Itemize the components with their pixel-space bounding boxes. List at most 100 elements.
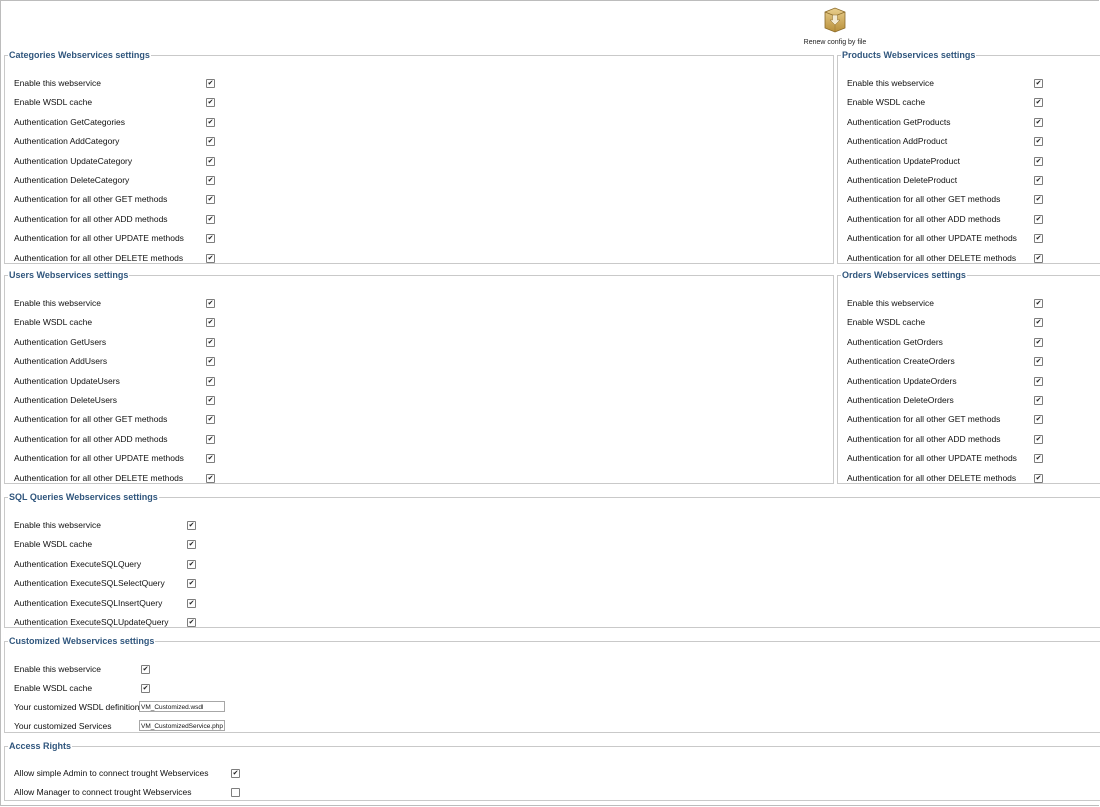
products-setting-checkbox[interactable]: ✔ xyxy=(1034,156,1043,166)
users-setting-checkbox[interactable]: ✔ xyxy=(206,337,215,347)
products-setting-row: Enable this webservice ✔ xyxy=(847,74,1043,93)
sql-setting-row: Authentication ExecuteSQLSelectQuery ✔ xyxy=(14,574,196,593)
products-setting-label: Enable WSDL cache xyxy=(847,97,926,108)
categories-setting-checkbox[interactable]: ✔ xyxy=(206,137,215,147)
categories-setting-row: Authentication GetCategories ✔ xyxy=(14,113,215,132)
categories-setting-checkbox[interactable]: ✔ xyxy=(206,234,215,244)
products-setting-checkbox[interactable]: ✔ xyxy=(1034,176,1043,185)
products-setting-label: Authentication DeleteProduct xyxy=(847,175,958,185)
products-setting-checkbox[interactable]: ✔ xyxy=(1034,195,1043,205)
categories-setting-checkbox[interactable]: ✔ xyxy=(206,79,215,88)
categories-setting-label: Authentication GetCategories xyxy=(14,116,126,127)
products-setting-checkbox[interactable]: ✔ xyxy=(1034,98,1043,108)
categories-setting-label: Enable WSDL cache xyxy=(14,97,93,108)
products-title: Products Webservices settings xyxy=(842,50,976,60)
users-setting-row: Enable this webservice ✔ xyxy=(14,294,215,313)
orders-setting-checkbox[interactable]: ✔ xyxy=(1034,473,1043,483)
users-setting-checkbox[interactable]: ✔ xyxy=(206,299,215,308)
orders-setting-checkbox[interactable]: ✔ xyxy=(1034,299,1043,308)
sql-setting-label: Authentication ExecuteSQLInsertQuery xyxy=(14,597,163,608)
sql-setting-checkbox[interactable]: ✔ xyxy=(187,579,196,589)
customized-setting-label: Enable this webservice xyxy=(14,664,101,674)
customized-services-input[interactable]: VM_CustomizedService.php xyxy=(139,720,225,731)
orders-setting-row: Authentication for all other DELETE meth… xyxy=(847,469,1043,488)
users-panel: Users Webservices settings Enable this w… xyxy=(4,270,834,484)
products-setting-row: Authentication for all other DELETE meth… xyxy=(847,249,1043,268)
users-setting-label: Enable WSDL cache xyxy=(14,317,93,328)
orders-setting-checkbox[interactable]: ✔ xyxy=(1034,376,1043,386)
categories-setting-checkbox[interactable]: ✔ xyxy=(206,176,215,185)
users-setting-label: Authentication UpdateUsers xyxy=(14,375,120,386)
users-setting-checkbox[interactable]: ✔ xyxy=(206,376,215,386)
users-setting-label: Authentication for all other UPDATE meth… xyxy=(14,453,184,464)
products-setting-checkbox[interactable]: ✔ xyxy=(1034,214,1043,224)
products-setting-row: Enable WSDL cache ✔ xyxy=(847,93,1043,112)
customized-setting-checkbox[interactable]: ✔ xyxy=(141,665,150,674)
categories-setting-checkbox[interactable]: ✔ xyxy=(206,98,215,108)
users-setting-checkbox[interactable]: ✔ xyxy=(206,454,215,464)
users-setting-checkbox[interactable]: ✔ xyxy=(206,396,215,405)
orders-setting-label: Authentication for all other GET methods xyxy=(847,414,1001,425)
orders-setting-label: Authentication DeleteOrders xyxy=(847,395,954,405)
orders-setting-checkbox[interactable]: ✔ xyxy=(1034,415,1043,425)
customized-services-row: Your customized Services VM_CustomizedSe… xyxy=(14,717,225,736)
sql-setting-checkbox[interactable]: ✔ xyxy=(187,559,196,569)
categories-setting-row: Authentication for all other DELETE meth… xyxy=(14,249,215,268)
users-title: Users Webservices settings xyxy=(9,270,129,280)
products-setting-checkbox[interactable]: ✔ xyxy=(1034,253,1043,263)
sql-setting-checkbox[interactable]: ✔ xyxy=(187,598,196,608)
orders-setting-checkbox[interactable]: ✔ xyxy=(1034,454,1043,464)
access-rights-title: Access Rights xyxy=(9,741,72,751)
orders-setting-checkbox[interactable]: ✔ xyxy=(1034,357,1043,367)
wsdl-definition-input[interactable]: VM_Customized.wsdl xyxy=(139,701,225,712)
users-setting-row: Authentication for all other DELETE meth… xyxy=(14,469,215,488)
access-setting-checkbox[interactable] xyxy=(231,788,240,798)
orders-setting-row: Authentication GetOrders ✔ xyxy=(847,333,1043,352)
categories-setting-row: Authentication for all other GET methods… xyxy=(14,190,215,209)
wsdl-definition-label: Your customized WSDL definition xyxy=(14,702,140,712)
categories-setting-checkbox[interactable]: ✔ xyxy=(206,214,215,224)
customized-setting-row: Enable this webservice ✔ xyxy=(14,660,150,679)
users-setting-label: Authentication for all other ADD methods xyxy=(14,433,168,444)
orders-setting-checkbox[interactable]: ✔ xyxy=(1034,318,1043,328)
sql-setting-checkbox[interactable]: ✔ xyxy=(187,540,196,550)
products-setting-row: Authentication UpdateProduct ✔ xyxy=(847,152,1043,171)
customized-setting-checkbox[interactable]: ✔ xyxy=(141,684,150,694)
sql-setting-label: Authentication ExecuteSQLUpdateQuery xyxy=(14,617,169,627)
users-setting-checkbox[interactable]: ✔ xyxy=(206,357,215,367)
products-setting-checkbox[interactable]: ✔ xyxy=(1034,137,1043,147)
orders-setting-checkbox[interactable]: ✔ xyxy=(1034,337,1043,347)
users-setting-checkbox[interactable]: ✔ xyxy=(206,473,215,483)
access-setting-checkbox[interactable]: ✔ xyxy=(231,769,240,778)
orders-setting-row: Enable WSDL cache ✔ xyxy=(847,313,1043,332)
orders-setting-label: Enable this webservice xyxy=(847,298,934,308)
categories-setting-checkbox[interactable]: ✔ xyxy=(206,156,215,166)
renew-config-button[interactable]: Renew config by file xyxy=(803,6,867,46)
products-setting-checkbox[interactable]: ✔ xyxy=(1034,117,1043,127)
products-setting-checkbox[interactable]: ✔ xyxy=(1034,234,1043,244)
products-setting-checkbox[interactable]: ✔ xyxy=(1034,79,1043,88)
sql-setting-label: Authentication ExecuteSQLQuery xyxy=(14,558,142,569)
users-setting-row: Authentication UpdateUsers ✔ xyxy=(14,372,215,391)
sql-setting-checkbox[interactable]: ✔ xyxy=(187,618,196,627)
sql-setting-checkbox[interactable]: ✔ xyxy=(187,521,196,530)
orders-setting-checkbox[interactable]: ✔ xyxy=(1034,434,1043,444)
sql-setting-label: Authentication ExecuteSQLSelectQuery xyxy=(14,578,165,589)
categories-setting-label: Authentication for all other GET methods xyxy=(14,194,168,205)
users-setting-row: Authentication for all other UPDATE meth… xyxy=(14,449,215,468)
categories-setting-row: Authentication AddCategory ✔ xyxy=(14,132,215,151)
categories-setting-checkbox[interactable]: ✔ xyxy=(206,195,215,205)
orders-setting-row: Authentication UpdateOrders ✔ xyxy=(847,372,1043,391)
customized-setting-label: Enable WSDL cache xyxy=(14,683,93,694)
categories-setting-checkbox[interactable]: ✔ xyxy=(206,253,215,263)
renew-config-label: Renew config by file xyxy=(803,39,867,46)
users-setting-row: Authentication GetUsers ✔ xyxy=(14,333,215,352)
users-setting-checkbox[interactable]: ✔ xyxy=(206,434,215,444)
categories-setting-checkbox[interactable]: ✔ xyxy=(206,117,215,127)
users-setting-checkbox[interactable]: ✔ xyxy=(206,415,215,425)
categories-panel: Categories Webservices settings Enable t… xyxy=(4,50,834,264)
orders-setting-checkbox[interactable]: ✔ xyxy=(1034,396,1043,405)
products-setting-label: Authentication for all other UPDATE meth… xyxy=(847,233,1017,244)
users-setting-checkbox[interactable]: ✔ xyxy=(206,318,215,328)
users-setting-label: Authentication DeleteUsers xyxy=(14,395,118,405)
